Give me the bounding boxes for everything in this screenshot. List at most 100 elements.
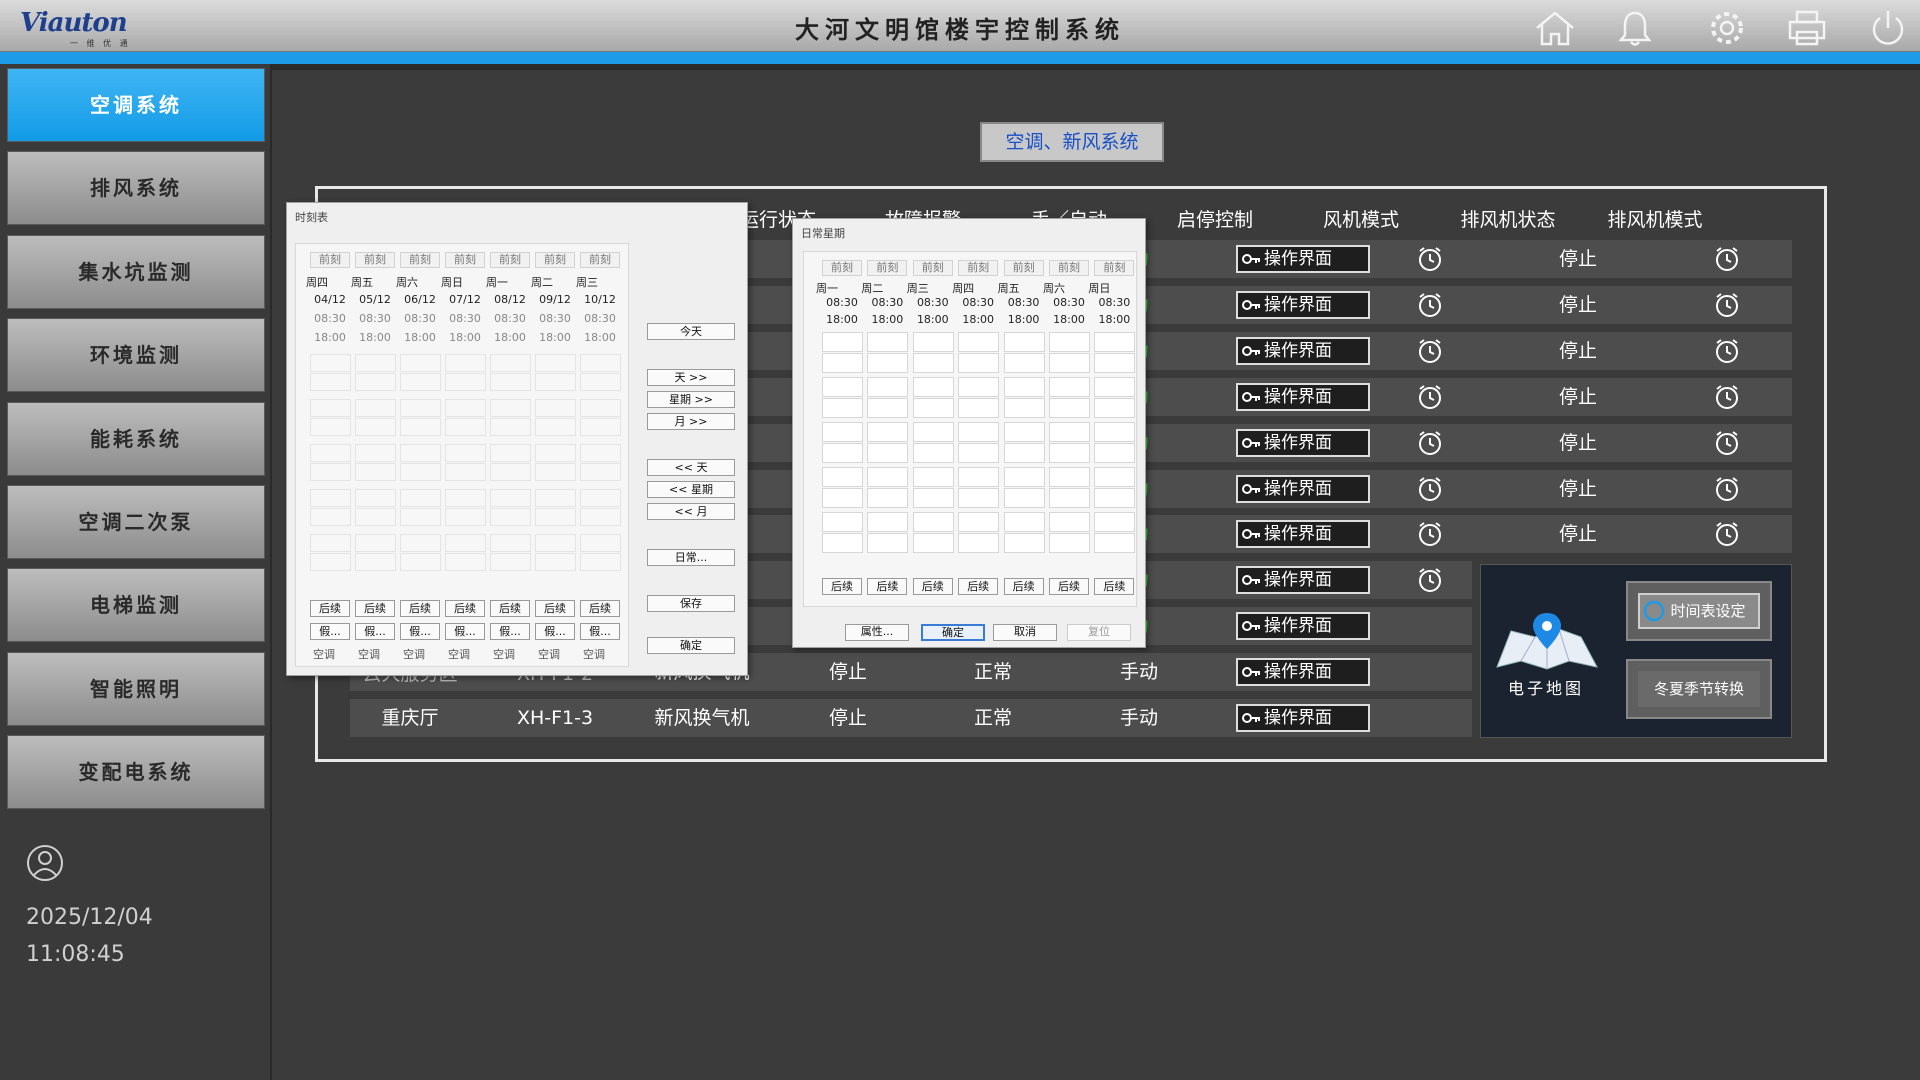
weekly-slot[interactable]: [958, 512, 1000, 532]
schedule-slot[interactable]: [310, 553, 351, 571]
prev-month-button[interactable]: << 月: [647, 503, 735, 520]
schedule-slot[interactable]: [355, 534, 396, 552]
sidebar-item-energy[interactable]: 能耗系统: [7, 402, 265, 476]
schedule-slot[interactable]: [400, 373, 441, 391]
weekly-prev-button[interactable]: 前刻: [1049, 260, 1089, 276]
schedule-slot[interactable]: [445, 373, 486, 391]
schedule-slot[interactable]: [490, 373, 531, 391]
weekly-slot[interactable]: [912, 467, 954, 487]
weekly-slot[interactable]: [822, 533, 863, 553]
confirm-button[interactable]: 确定: [647, 637, 735, 654]
operation-button[interactable]: 操作界面: [1236, 520, 1370, 548]
weekly-slot[interactable]: [822, 443, 863, 463]
bell-icon[interactable]: [1613, 8, 1657, 48]
alarm-clock-icon[interactable]: [1713, 337, 1741, 365]
schedule-slot[interactable]: [310, 463, 351, 481]
alarm-clock-icon[interactable]: [1713, 383, 1741, 411]
schedule-prev-button[interactable]: 前刻: [490, 252, 530, 268]
schedule-slot[interactable]: [490, 444, 531, 462]
printer-icon[interactable]: [1785, 8, 1829, 48]
schedule-next-button[interactable]: 后续: [310, 600, 350, 617]
weekly-slot[interactable]: [958, 332, 1000, 352]
weekly-slot[interactable]: [1049, 443, 1090, 463]
weekly-slot[interactable]: [912, 533, 954, 553]
weekly-slot[interactable]: [867, 353, 909, 373]
weekly-slot[interactable]: [1094, 353, 1136, 373]
weekly-slot[interactable]: [867, 512, 909, 532]
operation-button[interactable]: 操作界面: [1236, 566, 1370, 594]
schedule-slot[interactable]: [400, 534, 441, 552]
schedule-slot[interactable]: [355, 553, 396, 571]
weekly-slot[interactable]: [1003, 488, 1045, 508]
schedule-slot[interactable]: [445, 553, 486, 571]
weekly-slot[interactable]: [958, 422, 1000, 442]
operation-button[interactable]: 操作界面: [1236, 658, 1370, 686]
weekly-next-button[interactable]: 后续: [958, 578, 999, 595]
sidebar-item-sump[interactable]: 集水坑监测: [7, 235, 265, 309]
schedule-setting-button[interactable]: 时间表设定: [1626, 581, 1772, 641]
weekly-slot[interactable]: [1003, 512, 1045, 532]
sidebar-item-secondary-pump[interactable]: 空调二次泵: [7, 485, 265, 559]
schedule-slot[interactable]: [580, 399, 621, 417]
weekly-slot[interactable]: [1003, 422, 1045, 442]
sidebar-item-lighting[interactable]: 智能照明: [7, 652, 265, 726]
schedule-slot[interactable]: [310, 444, 351, 462]
schedule-slot[interactable]: [310, 489, 351, 507]
weekly-slot[interactable]: [1094, 398, 1136, 418]
alarm-clock-icon[interactable]: [1713, 520, 1741, 548]
schedule-prev-button[interactable]: 前刻: [580, 252, 620, 268]
weekly-slot[interactable]: [1094, 443, 1136, 463]
prev-week-button[interactable]: << 星期: [647, 481, 735, 498]
weekly-slot[interactable]: [867, 488, 909, 508]
weekly-slot[interactable]: [1003, 353, 1045, 373]
operation-button[interactable]: 操作界面: [1236, 291, 1370, 319]
weekly-slot[interactable]: [1094, 467, 1136, 487]
ok-button[interactable]: 确定: [921, 624, 985, 641]
schedule-slot[interactable]: [535, 553, 576, 571]
schedule-holiday-button[interactable]: 假...: [445, 623, 485, 640]
weekly-slot[interactable]: [822, 422, 863, 442]
schedule-next-button[interactable]: 后续: [490, 600, 530, 617]
weekly-slot[interactable]: [867, 533, 909, 553]
weekly-prev-button[interactable]: 前刻: [912, 260, 953, 276]
weekly-prev-button[interactable]: 前刻: [1094, 260, 1135, 276]
alarm-clock-icon[interactable]: [1416, 245, 1444, 273]
daily-button[interactable]: 日常...: [647, 549, 735, 566]
home-icon[interactable]: [1533, 8, 1577, 48]
weekly-slot[interactable]: [958, 443, 1000, 463]
schedule-slot[interactable]: [310, 418, 351, 436]
weekly-slot[interactable]: [1094, 533, 1136, 553]
schedule-slot[interactable]: [355, 489, 396, 507]
schedule-slot[interactable]: [535, 463, 576, 481]
schedule-holiday-button[interactable]: 假...: [535, 623, 575, 640]
weekly-slot[interactable]: [912, 377, 954, 397]
schedule-slot[interactable]: [445, 354, 486, 372]
schedule-slot[interactable]: [310, 508, 351, 526]
weekly-slot[interactable]: [1049, 488, 1090, 508]
schedule-slot[interactable]: [535, 418, 576, 436]
schedule-slot[interactable]: [310, 399, 351, 417]
schedule-slot[interactable]: [355, 354, 396, 372]
weekly-slot[interactable]: [1094, 377, 1136, 397]
schedule-holiday-button[interactable]: 假...: [580, 623, 620, 640]
schedule-next-button[interactable]: 后续: [445, 600, 485, 617]
weekly-slot[interactable]: [912, 332, 954, 352]
schedule-slot[interactable]: [355, 373, 396, 391]
operation-button[interactable]: 操作界面: [1236, 704, 1370, 732]
schedule-slot[interactable]: [400, 354, 441, 372]
schedule-slot[interactable]: [535, 399, 576, 417]
schedule-slot[interactable]: [355, 463, 396, 481]
weekly-slot[interactable]: [1003, 467, 1045, 487]
schedule-slot[interactable]: [535, 534, 576, 552]
alarm-clock-icon[interactable]: [1416, 291, 1444, 319]
schedule-slot[interactable]: [355, 399, 396, 417]
weekly-slot[interactable]: [1049, 353, 1090, 373]
schedule-slot[interactable]: [400, 399, 441, 417]
schedule-slot[interactable]: [445, 508, 486, 526]
schedule-slot[interactable]: [400, 489, 441, 507]
operation-button[interactable]: 操作界面: [1236, 245, 1370, 273]
weekly-slot[interactable]: [822, 377, 863, 397]
weekly-slot[interactable]: [912, 353, 954, 373]
schedule-prev-button[interactable]: 前刻: [400, 252, 440, 268]
gear-icon[interactable]: [1705, 8, 1749, 48]
